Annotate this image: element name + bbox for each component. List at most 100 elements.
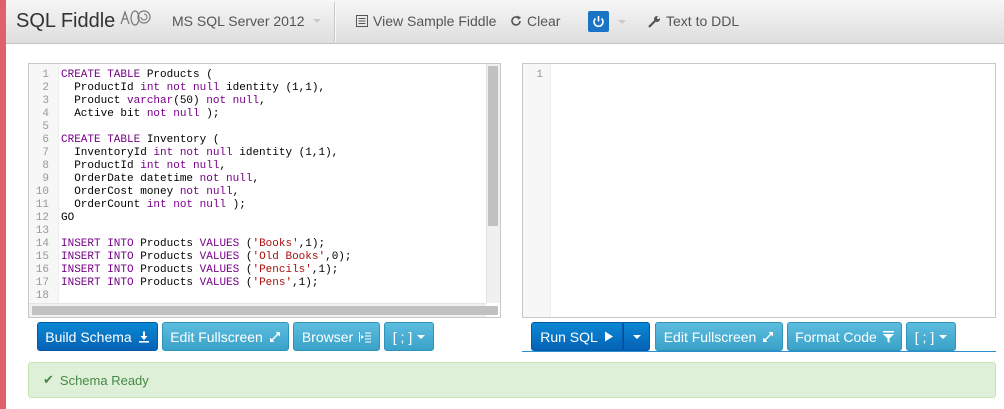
sql-token: , xyxy=(259,95,266,107)
sql-keyword: VALUES xyxy=(199,238,246,250)
brand[interactable]: SQL Fiddle xyxy=(16,8,151,34)
schema-vertical-scrollbar[interactable] xyxy=(486,64,500,303)
format-code-button[interactable]: Format Code xyxy=(787,322,902,351)
play-icon xyxy=(604,331,613,342)
line-number: 1 xyxy=(536,69,543,81)
query-editor-gutter xyxy=(523,64,551,317)
query-code[interactable]: 1 xyxy=(523,69,555,82)
chevron-down-icon xyxy=(632,334,641,339)
query-edit-fullscreen-label: Edit Fullscreen xyxy=(663,328,757,345)
code-line[interactable]: 18 xyxy=(29,290,352,303)
sql-token: OrderCount xyxy=(61,199,147,211)
schema-terminator-button[interactable]: [ ; ] xyxy=(384,322,434,351)
power-button[interactable] xyxy=(588,11,609,32)
schema-horizontal-scrollbar[interactable] xyxy=(29,303,498,317)
query-terminator-label: [ ; ] xyxy=(914,328,935,345)
code-text: OrderDate datetime not null, xyxy=(53,173,259,186)
code-line[interactable]: 13 xyxy=(29,225,352,238)
line-number: 15 xyxy=(35,251,49,263)
sql-token: OrderDate datetime xyxy=(61,173,200,185)
code-line[interactable]: 10 OrderCost money not null, xyxy=(29,186,352,199)
sql-token: ProductId xyxy=(61,82,141,94)
code-line[interactable]: 17 INSERT INTO Products VALUES ('Pens',1)… xyxy=(29,277,352,290)
code-line[interactable]: 6 CREATE TABLE Inventory ( xyxy=(29,134,352,147)
query-terminator-button[interactable]: [ ; ] xyxy=(906,322,956,351)
clear-link[interactable]: Clear xyxy=(510,13,560,29)
schema-vertical-scroll-thumb[interactable] xyxy=(488,66,498,226)
resize-full-icon xyxy=(269,331,280,342)
schema-horizontal-scroll-thumb[interactable] xyxy=(32,306,498,315)
code-line[interactable]: 1 xyxy=(523,69,555,82)
text-to-ddl-link[interactable]: Text to DDL xyxy=(648,13,739,29)
line-number: 7 xyxy=(42,147,49,159)
resize-full-icon xyxy=(763,331,774,342)
line-number: 18 xyxy=(35,290,49,302)
schema-code[interactable]: 1 CREATE TABLE Products (2 ProductId int … xyxy=(29,69,352,303)
sql-keyword: int not null xyxy=(140,160,220,172)
code-line[interactable]: 1 CREATE TABLE Products ( xyxy=(29,69,352,82)
sql-token: Products xyxy=(140,277,200,289)
code-line[interactable]: 2 ProductId int not null identity (1,1), xyxy=(29,82,352,95)
view-sample-link[interactable]: View Sample Fiddle xyxy=(356,13,496,29)
code-text: INSERT INTO Products VALUES ('Pens',1); xyxy=(53,277,318,290)
sql-keyword: VALUES xyxy=(199,277,246,289)
code-line[interactable]: 4 Active bit not null ); xyxy=(29,108,352,121)
sql-token: , xyxy=(232,186,240,198)
code-line[interactable]: 9 OrderDate datetime not null, xyxy=(29,173,352,186)
sql-token: Products ( xyxy=(146,69,213,81)
browser-button[interactable]: Browser xyxy=(293,322,380,351)
status-message: Schema Ready xyxy=(59,372,149,388)
code-text: INSERT INTO Products VALUES ('Pencils',1… xyxy=(53,264,338,277)
power-dropdown-chevron-icon[interactable] xyxy=(618,20,626,24)
line-number: 5 xyxy=(42,121,49,133)
schema-editor[interactable]: 1 CREATE TABLE Products (2 ProductId int … xyxy=(28,63,501,318)
sql-keyword: CREATE TABLE xyxy=(61,134,147,146)
build-schema-label: Build Schema xyxy=(45,328,132,345)
sqlfiddle-logo-icon xyxy=(117,8,151,34)
code-text: InventoryId int not null identity (1,1), xyxy=(53,147,338,160)
code-text: Product varchar(50) not null, xyxy=(53,95,266,108)
code-line[interactable]: 3 Product varchar(50) not null, xyxy=(29,95,352,108)
code-text: ProductId int not null, xyxy=(53,160,226,173)
schema-terminator-label: [ ; ] xyxy=(392,328,413,345)
code-text: INSERT INTO Products VALUES ('Books',1); xyxy=(53,238,325,251)
code-line[interactable]: 7 InventoryId int not null identity (1,1… xyxy=(29,147,352,160)
view-sample-label: View Sample Fiddle xyxy=(373,13,497,29)
query-editor[interactable]: 1 xyxy=(522,63,996,318)
check-icon: ✔ xyxy=(43,372,54,387)
refresh-icon xyxy=(511,15,521,26)
sql-string: 'Books' xyxy=(252,238,299,250)
schema-edit-fullscreen-button[interactable]: Edit Fullscreen xyxy=(162,322,289,351)
database-select[interactable]: MS SQL Server 2012 xyxy=(172,13,321,29)
query-toolbar-underline xyxy=(522,351,996,352)
indent-icon xyxy=(359,331,372,342)
sql-token: ,1); xyxy=(298,238,326,250)
run-sql-label: Run SQL xyxy=(540,328,598,345)
top-navbar: SQL Fiddle MS SQL Server 2012 View Sampl… xyxy=(6,0,1004,44)
sql-string: 'Pens' xyxy=(252,277,293,289)
sql-string: 'Old Books' xyxy=(252,251,326,263)
build-schema-button[interactable]: Build Schema xyxy=(37,322,158,351)
page-edge-accent xyxy=(0,0,6,409)
code-line[interactable]: 11 OrderCount int not null ); xyxy=(29,199,352,212)
code-text: OrderCost money not null, xyxy=(53,186,239,199)
sql-token: Products xyxy=(140,238,200,250)
sql-token: ,0); xyxy=(325,251,352,263)
sql-keyword: int not null xyxy=(140,82,227,94)
code-line[interactable]: 16 INSERT INTO Products VALUES ('Pencils'… xyxy=(29,264,352,277)
code-line[interactable]: 8 ProductId int not null, xyxy=(29,160,352,173)
query-edit-fullscreen-button[interactable]: Edit Fullscreen xyxy=(655,322,783,351)
code-line[interactable]: 15 INSERT INTO Products VALUES ('Old Book… xyxy=(29,251,352,264)
sql-token: Products xyxy=(140,251,200,263)
sql-token: Products xyxy=(140,264,200,276)
run-sql-dropdown-button[interactable] xyxy=(623,322,650,351)
status-alert: ✔ Schema Ready xyxy=(28,362,996,398)
code-line[interactable]: 5 xyxy=(29,121,352,134)
sql-token: Product xyxy=(61,95,128,107)
sql-token: ); xyxy=(199,108,220,120)
code-line[interactable]: 14 INSERT INTO Products VALUES ('Books',1… xyxy=(29,238,352,251)
code-line[interactable]: 12 GO xyxy=(29,212,352,225)
run-sql-button[interactable]: Run SQL xyxy=(531,322,623,351)
